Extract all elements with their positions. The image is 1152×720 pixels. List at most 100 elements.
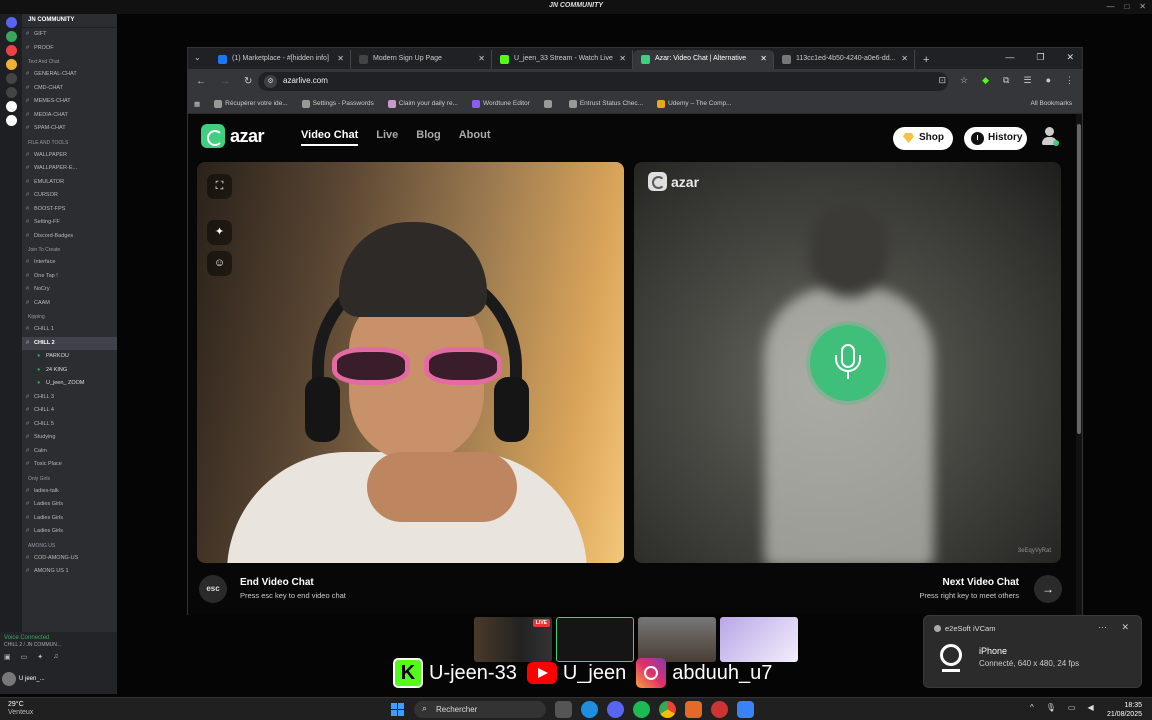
app-icon[interactable] [685, 701, 702, 718]
minimize-icon[interactable]: — [1106, 2, 1114, 11]
next-chat-arrow-icon[interactable]: → [1034, 575, 1062, 603]
camera-icon[interactable]: ▣ [4, 653, 11, 661]
category-header[interactable]: Only Girls [22, 472, 117, 485]
category-header[interactable]: AMONG US [22, 539, 117, 552]
app-icon[interactable] [737, 701, 754, 718]
site-info-icon[interactable]: ⚙ [264, 75, 277, 88]
back-button[interactable]: ← [196, 76, 206, 87]
channel-item[interactable]: CAAM [22, 297, 117, 311]
edge-icon[interactable] [581, 701, 598, 718]
toast-notification[interactable]: e2eSoft iVCam ··· ✕ iPhone Connecté, 640… [923, 615, 1142, 688]
nav-video-chat[interactable]: Video Chat [301, 129, 359, 146]
apps-grid-icon[interactable]: ▦ [194, 100, 200, 108]
all-bookmarks-button[interactable]: All Bookmarks [1030, 100, 1072, 107]
bookmark-item[interactable]: Récupérer votre ide... [214, 99, 288, 108]
server-icon[interactable] [5, 31, 17, 42]
network-icon[interactable]: ▭ [1068, 703, 1076, 712]
reload-button[interactable]: ↻ [244, 76, 252, 87]
face-filter-icon[interactable]: ☺ [207, 251, 232, 276]
category-header[interactable]: Kipping [22, 310, 117, 323]
bookmark-item[interactable]: Settings - Passwords [301, 99, 374, 108]
voice-user[interactable]: PARKOU [22, 350, 117, 364]
bookmark-star-icon[interactable]: ☆ [960, 75, 968, 86]
bookmark-item[interactable]: Wordtune Editor [471, 99, 530, 108]
tab-search-icon[interactable]: ⌄ [194, 53, 201, 62]
bookmark-item[interactable]: Entrust Status Chec... [568, 99, 643, 108]
channel-item[interactable]: Setting-FF [22, 216, 117, 230]
channel-item[interactable]: Ladies Girls [22, 498, 117, 512]
close-tab-icon[interactable]: ✕ [619, 54, 626, 63]
nav-about[interactable]: About [459, 129, 491, 146]
channel-item[interactable]: Toxic Place [22, 458, 117, 472]
bookmark-item[interactable]: Udemy – The Comp... [657, 99, 732, 108]
fullscreen-icon[interactable]: ⛶ [207, 174, 232, 199]
channel-item[interactable]: EMULATOR [22, 176, 117, 190]
restore-icon[interactable]: ❐ [1036, 52, 1044, 63]
close-tab-icon[interactable]: ✕ [760, 54, 767, 63]
install-app-icon[interactable]: ⊡ [939, 75, 947, 86]
new-tab-button[interactable]: + [915, 54, 937, 69]
category-header[interactable]: Join To Create [22, 243, 117, 256]
app-icon[interactable] [711, 701, 728, 718]
close-tab-icon[interactable]: ✕ [901, 54, 908, 63]
browser-tab[interactable]: Modern Sign Up Page ✕ [351, 50, 492, 69]
system-clock[interactable]: 18:35 21/08/2025 [1107, 701, 1142, 719]
preview-thumbnail[interactable] [556, 617, 634, 662]
microphone-icon[interactable]: 🎙 [1046, 703, 1056, 712]
bookmark-item[interactable] [543, 99, 555, 108]
channel-item[interactable]: Discord-Badges [22, 230, 117, 244]
channel-item[interactable]: GIFT [22, 28, 117, 42]
address-bar[interactable]: ⚙ azarlive.com [258, 72, 948, 91]
spotify-icon[interactable] [633, 701, 650, 718]
forward-button[interactable]: → [220, 76, 230, 87]
channel-item[interactable]: Calm [22, 445, 117, 459]
close-icon[interactable]: ✕ [1066, 52, 1074, 63]
end-chat-button[interactable]: esc [199, 575, 227, 603]
user-profile-icon[interactable] [1041, 126, 1059, 148]
channel-item-active[interactable]: CHILL 2 [22, 336, 117, 350]
preview-thumbnail[interactable] [720, 617, 798, 662]
nav-live[interactable]: Live [376, 129, 398, 146]
channel-item[interactable]: AMONG US 1 [22, 565, 117, 579]
profile-avatar-icon[interactable]: ● [1046, 75, 1051, 86]
channel-item[interactable]: Studying [22, 431, 117, 445]
channel-item[interactable]: SPAM-CHAT [22, 122, 117, 136]
channel-item[interactable]: MEDIA-CHAT [22, 109, 117, 123]
close-tab-icon[interactable]: ✕ [337, 54, 344, 63]
soundboard-icon[interactable]: ♫ [53, 653, 58, 661]
preview-thumbnail[interactable] [638, 617, 716, 662]
page-scrollbar[interactable] [1076, 114, 1082, 615]
channel-item[interactable]: One Tap ! [22, 270, 117, 284]
browser-tab[interactable]: Azar: Video Chat | Alternative ✕ [633, 50, 774, 69]
effects-sparkle-icon[interactable]: ✦ [207, 220, 232, 245]
channel-item[interactable]: CURSOR [22, 189, 117, 203]
close-icon[interactable]: ✕ [1139, 2, 1146, 11]
taskbar-search[interactable]: Rechercher [414, 701, 546, 718]
channel-item[interactable]: COD-AMONG-US [22, 552, 117, 566]
user-panel[interactable]: U jeen_... [2, 672, 45, 686]
activity-icon[interactable]: ✦ [37, 653, 43, 661]
channel-item[interactable]: CHILL 3 [22, 391, 117, 405]
explore-icon[interactable] [5, 115, 17, 126]
discord-home-icon[interactable] [5, 17, 17, 28]
add-server-icon[interactable] [5, 101, 17, 112]
channel-item[interactable]: CHILL 4 [22, 404, 117, 418]
maximize-icon[interactable]: □ [1124, 2, 1129, 11]
bookmark-item[interactable]: Claim your daily re... [387, 99, 458, 108]
chevron-up-icon[interactable]: ^ [1030, 703, 1034, 712]
channel-item[interactable]: CMD-CHAT [22, 82, 117, 96]
server-icon[interactable] [5, 73, 17, 84]
microphone-button[interactable] [810, 325, 886, 401]
screen-share-icon[interactable]: ▭ [21, 653, 28, 661]
history-button[interactable]: History [964, 127, 1027, 150]
channel-item[interactable]: CHILL 5 [22, 418, 117, 432]
browser-tab[interactable]: U_jeen_33 Stream - Watch Live ✕ [492, 50, 633, 69]
close-icon[interactable]: ✕ [1121, 622, 1129, 633]
more-options-icon[interactable]: ··· [1098, 622, 1107, 632]
chrome-icon[interactable] [659, 701, 676, 718]
browser-tab[interactable]: 113cc1ed-4b50-4240-a0e6-dd... ✕ [774, 50, 915, 69]
server-icon[interactable] [5, 59, 17, 70]
discord-icon[interactable] [607, 701, 624, 718]
channel-item[interactable]: BOOST-FPS [22, 203, 117, 217]
channel-item[interactable]: ladies-talk [22, 485, 117, 499]
